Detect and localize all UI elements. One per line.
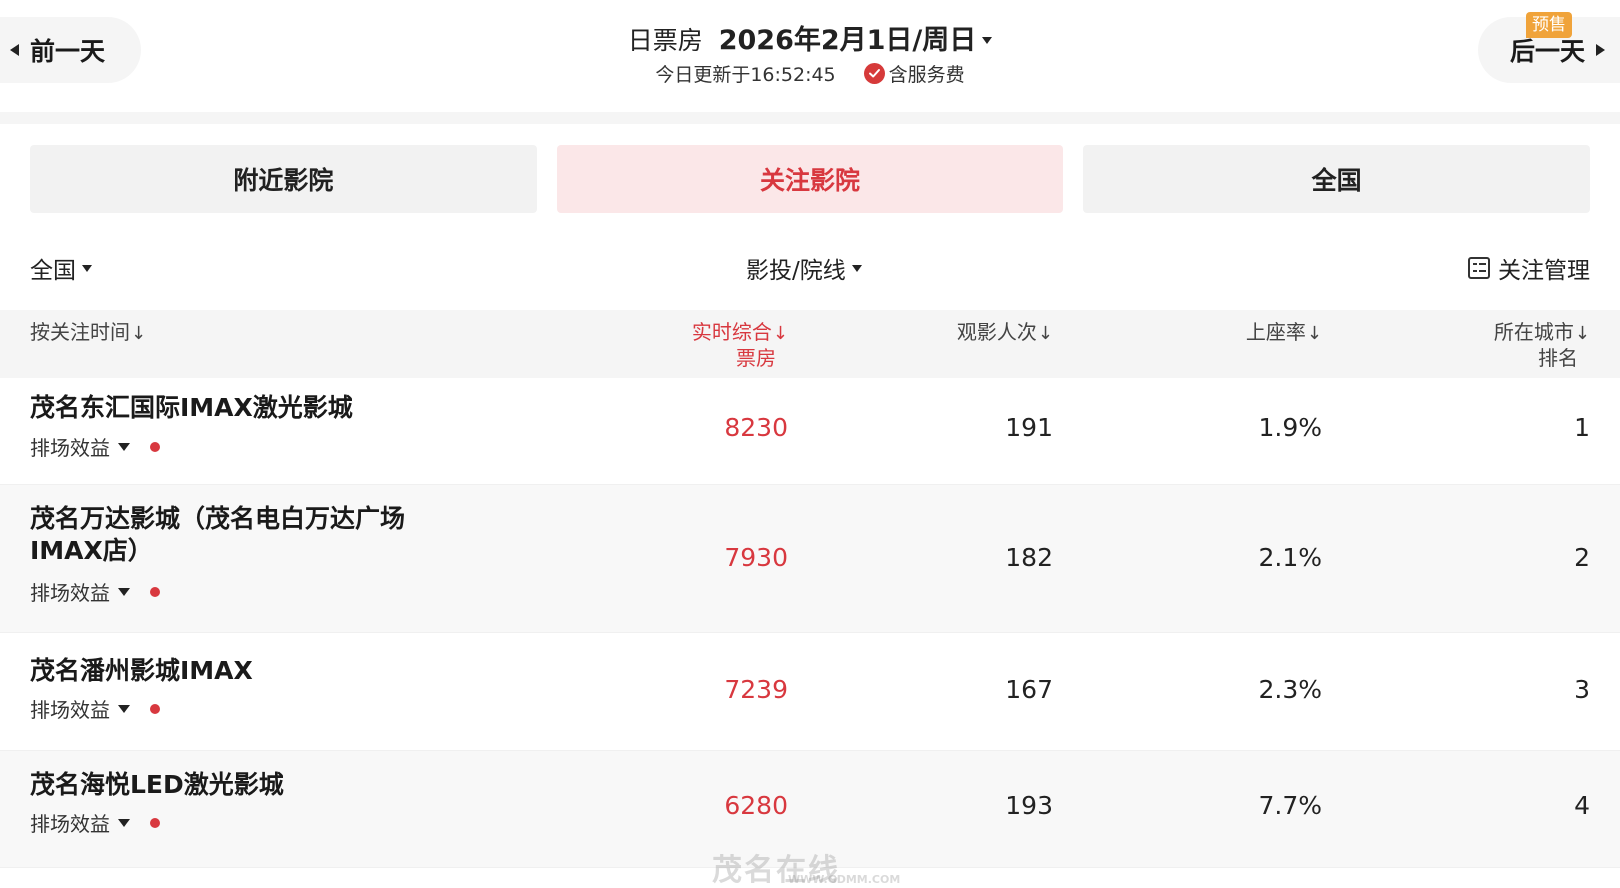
circuit-filter[interactable]: 影投/院线	[746, 248, 862, 288]
caret-down-icon	[982, 37, 993, 44]
table-row[interactable]: 茂名万达影城（茂名电白万达广场IMAX店） 排场效益 7930 182 2.1%…	[0, 485, 1620, 633]
region-filter-label: 全国	[30, 258, 76, 284]
seat-rate-value: 2.3%	[1258, 675, 1322, 704]
table-row[interactable]: 茂名东汇国际IMAX激光影城 排场效益 8230 191 1.9% 1	[0, 378, 1620, 485]
sort-arrow-icon: ↓	[772, 323, 788, 344]
sort-arrow-icon: ↓	[1574, 323, 1590, 344]
update-info: 今日更新于16:52:45 含服务费	[0, 60, 1620, 87]
title-date: 2026年2月1日/周日	[718, 25, 977, 56]
update-time: 今日更新于16:52:45	[655, 64, 836, 86]
column-city-rank[interactable]: 所在城市↓ 排名	[1494, 320, 1590, 370]
column-seat-rate[interactable]: 上座率↓	[1246, 320, 1322, 346]
sort-arrow-icon: ↓	[1037, 323, 1053, 344]
cinema-name: 茂名东汇国际IMAX激光影城	[30, 393, 353, 422]
follow-manage-button[interactable]: 关注管理	[1468, 248, 1590, 288]
column-label: 观影人次	[956, 320, 1037, 344]
column-viewers[interactable]: 观影人次↓	[957, 320, 1053, 346]
box-office-value: 6280	[724, 791, 788, 820]
service-fee-label: 含服务费	[888, 64, 965, 86]
schedule-benefit-label: 排场效益	[30, 698, 110, 722]
section-divider	[0, 112, 1620, 124]
box-office-value: 7239	[724, 675, 788, 704]
tab-nearby-cinemas[interactable]: 附近影院	[30, 145, 537, 213]
seat-rate-value: 2.1%	[1258, 543, 1322, 572]
caret-down-icon	[118, 587, 130, 596]
viewers-value: 191	[1005, 413, 1053, 442]
viewers-value: 193	[1005, 791, 1053, 820]
presale-badge: 预售	[1526, 12, 1572, 38]
cinema-tabs: 附近影院 关注影院 全国	[30, 145, 1591, 213]
viewers-value: 182	[1005, 543, 1053, 572]
cinema-name: 茂名万达影城（茂名电白万达广场IMAX店）	[30, 504, 406, 565]
watermark-logo: 茂名在线 WWW.GDMM.COM	[712, 845, 900, 888]
sort-arrow-icon: ↓	[131, 323, 147, 344]
list-icon	[1468, 257, 1490, 279]
sort-label: 按关注时间	[30, 320, 130, 344]
cinema-name: 茂名潘州影城IMAX	[30, 656, 253, 685]
sort-arrow-icon: ↓	[1306, 323, 1322, 344]
status-dot	[150, 441, 160, 452]
table-row[interactable]: 茂名潘州影城IMAX 排场效益 7239 167 2.3% 3	[0, 633, 1620, 751]
schedule-benefit-toggle[interactable]: 排场效益	[30, 694, 160, 723]
schedule-benefit-label: 排场效益	[30, 581, 110, 605]
tab-nationwide[interactable]: 全国	[1083, 145, 1591, 213]
city-rank-value: 3	[1574, 675, 1590, 704]
title-label: 日票房	[627, 26, 703, 55]
caret-down-icon	[851, 264, 862, 272]
caret-down-icon	[118, 704, 130, 713]
seat-rate-value: 7.7%	[1258, 791, 1322, 820]
status-dot	[150, 703, 160, 714]
caret-down-icon	[118, 442, 130, 451]
follow-manage-label: 关注管理	[1498, 258, 1590, 284]
table-header: 按关注时间↓ 实时综合↓ 票房 观影人次↓ 上座率↓ 所在城市↓ 排名	[0, 310, 1620, 378]
column-label: 实时综合	[691, 320, 772, 344]
top-header: 前一天 日票房 2026年2月1日/周日 今日更新于16:52:45 含服务费 …	[0, 0, 1620, 112]
schedule-benefit-label: 排场效益	[30, 436, 110, 460]
status-dot	[150, 586, 160, 597]
box-office-value: 8230	[724, 413, 788, 442]
sort-by-follow-time[interactable]: 按关注时间↓	[30, 320, 146, 346]
schedule-benefit-label: 排场效益	[30, 812, 110, 836]
check-circle-icon	[863, 63, 885, 84]
schedule-benefit-toggle[interactable]: 排场效益	[30, 577, 160, 606]
column-label: 所在城市	[1493, 320, 1574, 344]
cinema-list: 茂名东汇国际IMAX激光影城 排场效益 8230 191 1.9% 1 茂名万达…	[0, 378, 1620, 868]
caret-down-icon	[82, 264, 92, 272]
city-rank-value: 1	[1574, 413, 1590, 442]
seat-rate-value: 1.9%	[1258, 413, 1322, 442]
cinema-name: 茂名海悦LED激光影城	[30, 770, 284, 799]
column-label: 票房	[736, 346, 776, 370]
column-label: 排名	[1538, 346, 1578, 370]
filter-bar: 全国 影投/院线 关注管理	[0, 248, 1620, 288]
schedule-benefit-toggle[interactable]: 排场效益	[30, 432, 160, 461]
column-box-office[interactable]: 实时综合↓ 票房	[692, 320, 788, 370]
tab-followed-cinemas[interactable]: 关注影院	[556, 145, 1064, 213]
box-office-value: 7930	[724, 543, 788, 572]
city-rank-value: 4	[1574, 791, 1590, 820]
status-dot	[150, 817, 160, 828]
city-rank-value: 2	[1574, 543, 1590, 572]
schedule-benefit-toggle[interactable]: 排场效益	[30, 808, 160, 837]
viewers-value: 167	[1005, 675, 1053, 704]
caret-right-icon	[1596, 44, 1606, 56]
column-label: 上座率	[1245, 320, 1306, 344]
watermark-url: WWW.GDMM.COM	[788, 873, 901, 886]
circuit-filter-label: 影投/院线	[746, 258, 846, 284]
region-filter[interactable]: 全国	[30, 248, 92, 288]
page-title[interactable]: 日票房 2026年2月1日/周日	[0, 18, 1620, 57]
caret-down-icon	[118, 818, 130, 827]
